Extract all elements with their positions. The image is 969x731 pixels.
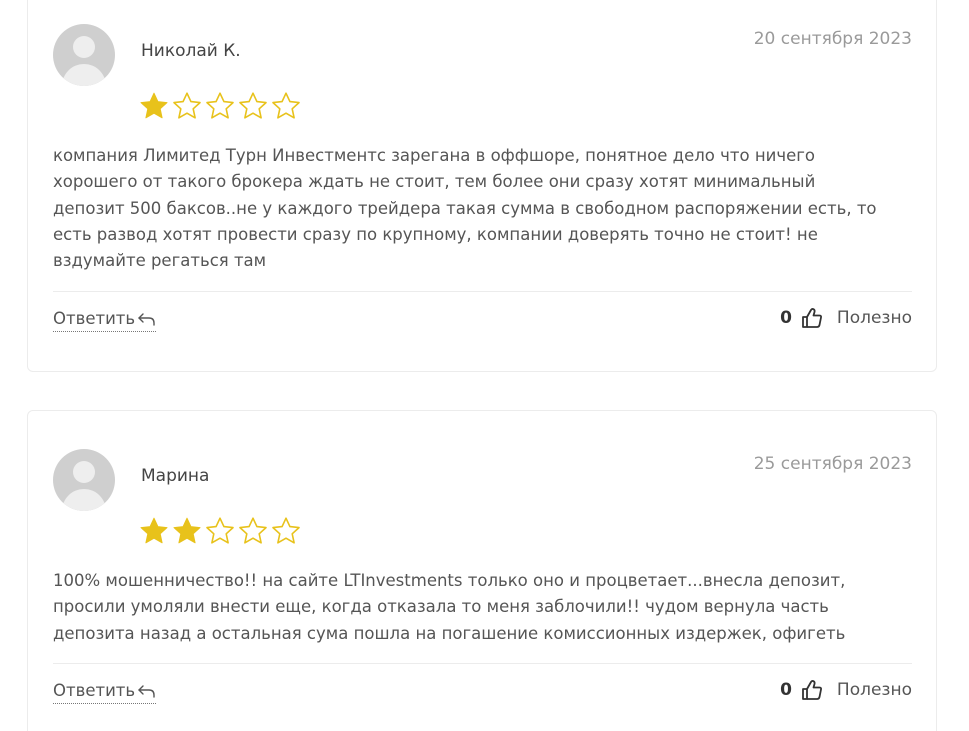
- avatar-head: [73, 461, 95, 483]
- star-filled-icon: [139, 516, 169, 546]
- review-card: Николай К. 20 сентября 2023 компания Лим…: [27, 0, 937, 372]
- avatar-body: [62, 64, 106, 86]
- review-author: Николай К.: [141, 41, 241, 61]
- star-rating: [139, 516, 301, 546]
- star-empty-icon: [238, 91, 268, 121]
- review-card: Марина 25 сентября 2023 100% мошенничест…: [27, 410, 937, 731]
- helpful-button[interactable]: Полезно: [837, 308, 912, 328]
- reply-arrow-icon: [138, 684, 155, 698]
- review-author: Марина: [141, 466, 210, 486]
- reply-button[interactable]: Ответить: [53, 309, 157, 332]
- review-date: 25 сентября 2023: [753, 454, 912, 474]
- star-filled-icon: [172, 516, 202, 546]
- star-empty-icon: [238, 516, 268, 546]
- star-empty-icon: [205, 91, 235, 121]
- reply-button[interactable]: Ответить: [53, 681, 157, 704]
- helpful-count: 0: [780, 680, 792, 700]
- star-filled-icon: [139, 91, 169, 121]
- reply-label: Ответить: [53, 309, 136, 328]
- review-list: Николай К. 20 сентября 2023 компания Лим…: [0, 0, 969, 731]
- star-empty-icon: [271, 91, 301, 121]
- avatar-body: [62, 489, 106, 511]
- helpful-count: 0: [780, 308, 792, 328]
- star-empty-icon: [271, 516, 301, 546]
- review-date: 20 сентября 2023: [753, 29, 912, 49]
- thumbs-up-icon[interactable]: [801, 679, 823, 701]
- avatar-head: [73, 36, 95, 58]
- review-text: 100% мошенничество!! на сайте LTInvestme…: [53, 571, 846, 643]
- reply-label: Ответить: [53, 681, 136, 700]
- avatar: [53, 24, 115, 86]
- star-empty-icon: [172, 91, 202, 121]
- review-text: компания Лимитед Турн Инвестментс зарега…: [53, 146, 877, 271]
- avatar: [53, 449, 115, 511]
- star-rating: [139, 91, 301, 121]
- reply-arrow-icon: [138, 312, 155, 326]
- divider: [53, 291, 912, 292]
- helpful-block: 0 Полезно: [780, 679, 912, 701]
- helpful-button[interactable]: Полезно: [837, 680, 912, 700]
- divider: [53, 663, 912, 664]
- helpful-block: 0 Полезно: [780, 307, 912, 329]
- star-empty-icon: [205, 516, 235, 546]
- thumbs-up-icon[interactable]: [801, 307, 823, 329]
